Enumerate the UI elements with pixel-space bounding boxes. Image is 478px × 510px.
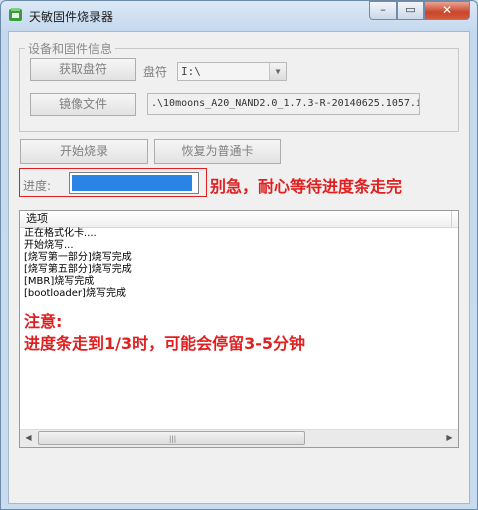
log-lines: 正在格式化卡.... 开始烧写... [烧写第一部分]烧写完成 [烧写第五部分]… [24, 228, 132, 300]
get-drive-button[interactable]: 获取盘符 [30, 58, 136, 81]
note-annotation: 注意: 进度条走到1/3时，可能会停留3-5分钟 [24, 311, 305, 355]
progress-bar [69, 172, 199, 194]
close-button[interactable]: ✕ [424, 1, 470, 20]
scrollbar-thumb[interactable]: ||| [38, 431, 305, 445]
scroll-left-icon[interactable]: ◀ [20, 430, 37, 446]
window-title: 天敏固件烧录器 [29, 10, 114, 24]
drive-label: 盘符 [143, 65, 168, 79]
log-list[interactable]: 选项 正在格式化卡.... 开始烧写... [烧写第一部分]烧写完成 [烧写第五… [19, 210, 459, 448]
drive-select-value: I:\ [181, 65, 201, 78]
log-line: [bootloader]烧写完成 [24, 288, 126, 299]
log-line: [MBR]烧写完成 [24, 276, 95, 287]
minimize-button[interactable]: – [369, 1, 397, 20]
log-line: 开始烧写... [24, 240, 74, 251]
note-title: 注意: [24, 312, 63, 331]
log-column-header[interactable]: 选项 [20, 211, 452, 227]
scroll-right-icon[interactable]: ▶ [441, 430, 458, 446]
restore-card-button[interactable]: 恢复为普通卡 [154, 139, 281, 164]
title-bar[interactable]: 天敏固件烧录器 – ▭ ✕ [1, 1, 477, 31]
group-legend: 设备和固件信息 [25, 40, 116, 57]
image-file-button[interactable]: 镜像文件 [30, 93, 136, 116]
progress-warning: 别急，耐心等待进度条走完 [210, 177, 403, 196]
image-path-field[interactable]: .\10moons_A20_NAND2.0_1.7.3-R-20140625.1… [147, 93, 420, 115]
chevron-down-icon[interactable]: ▼ [269, 63, 286, 80]
grip-icon: ||| [169, 435, 177, 443]
app-icon [9, 8, 22, 21]
log-line: 正在格式化卡.... [24, 228, 97, 239]
start-burn-button[interactable]: 开始烧录 [20, 139, 148, 164]
log-header: 选项 [20, 211, 458, 228]
note-body: 进度条走到1/3时，可能会停留3-5分钟 [24, 334, 306, 353]
progress-fill [72, 175, 193, 191]
client-area: 设备和固件信息 获取盘符 盘符 I:\ ▼ 镜像文件 .\10moons_A20… [8, 31, 470, 504]
maximize-button[interactable]: ▭ [397, 1, 424, 20]
main-window: 天敏固件烧录器 – ▭ ✕ 设备和固件信息 获取盘符 盘符 I:\ ▼ 镜像文件… [0, 0, 478, 510]
log-line: [烧写第一部分]烧写完成 [24, 252, 132, 263]
log-line: [烧写第五部分]烧写完成 [24, 264, 132, 275]
progress-label: 进度: [23, 179, 52, 193]
horizontal-scrollbar[interactable]: ◀ ||| ▶ [20, 429, 458, 447]
drive-select[interactable]: I:\ ▼ [177, 62, 287, 81]
